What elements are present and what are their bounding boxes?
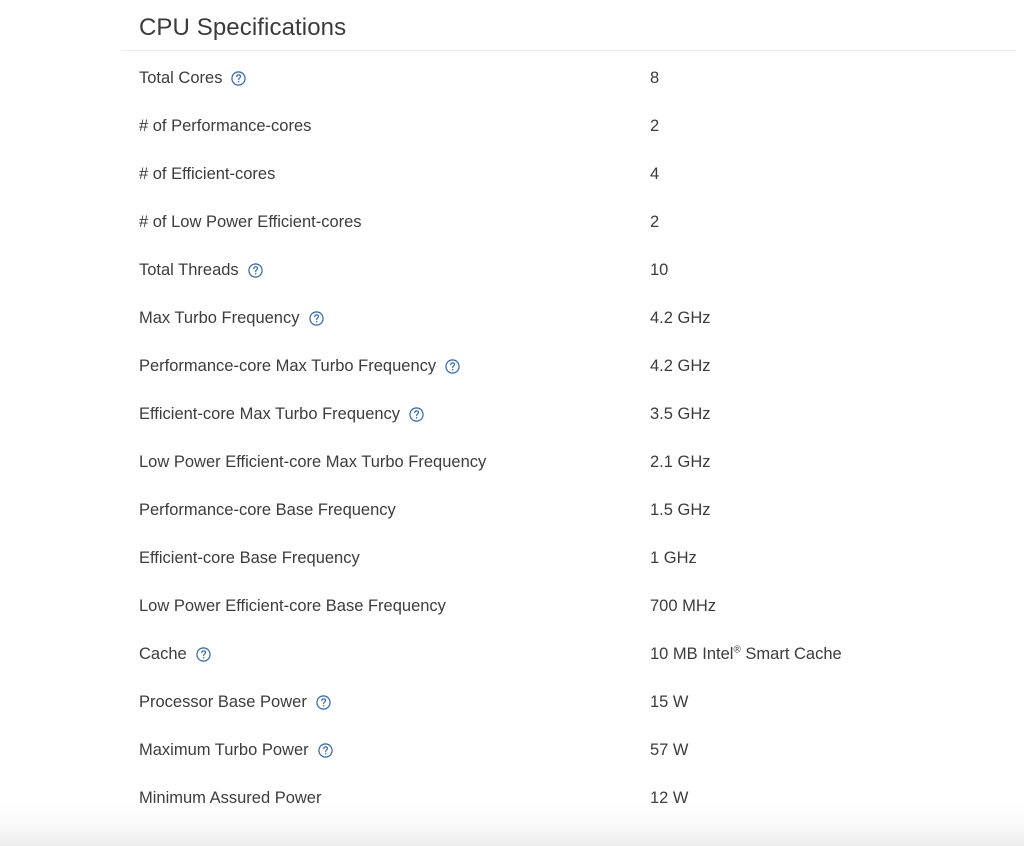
spec-value: 4 [650,165,660,183]
spec-label: # of Efficient-cores [139,165,276,183]
spec-row: Minimum Assured Power 12 W [122,787,1016,835]
spec-row: Efficient-core Base Frequency 1 GHz [122,547,1016,595]
spec-label: Processor Base Power [139,693,307,711]
spec-value: 2 [650,117,660,135]
spec-label-cell: Performance-core Base Frequency [139,499,650,521]
spec-row: Total Cores 8 [122,67,1016,115]
cpu-specifications-page: CPU Specifications Total Cores 8 # of Perf… [0,0,1024,846]
spec-label-cell: Processor Base Power [139,691,650,713]
spec-label: Low Power Efficient-core Max Turbo Frequ… [139,453,487,471]
spec-row: Max Turbo Frequency 4.2 GHz [122,307,1016,355]
spec-value: 1 GHz [650,549,697,567]
spec-row: Low Power Efficient-core Base Frequency 7… [122,595,1016,643]
spec-label-cell: Total Threads [139,259,650,281]
spec-label: # of Low Power Efficient-cores [139,213,362,231]
spec-label: Max Turbo Frequency [139,309,300,327]
spec-label-cell: Low Power Efficient-core Base Frequency [139,595,650,617]
spec-label: Cache [139,645,187,663]
spec-value: 12 W [650,789,689,807]
spec-label-cell: # of Efficient-cores [139,163,650,185]
registered-trademark-symbol: ® [733,644,741,656]
spec-row: # of Efficient-cores 4 [122,163,1016,211]
spec-label-cell: Max Turbo Frequency [139,307,650,329]
spec-row: # of Performance-cores 2 [122,115,1016,163]
spec-label: Performance-core Max Turbo Frequency [139,357,437,375]
spec-value: 700 MHz [650,597,717,615]
spec-value: 2 [650,213,660,231]
spec-value: 10 [650,261,669,279]
help-circle-icon[interactable] [196,646,211,662]
spec-label: Efficient-core Max Turbo Frequency [139,405,401,423]
help-circle-icon[interactable] [231,70,247,86]
spec-value: 8 [650,69,660,87]
spec-label: Total Cores [139,69,223,87]
spec-label: Performance-core Base Frequency [139,501,396,519]
help-circle-icon[interactable] [308,310,324,326]
help-circle-icon[interactable] [409,406,424,422]
spec-label-cell: Efficient-core Base Frequency [139,547,650,569]
spec-label: Minimum Assured Power [139,789,322,807]
spec-label-cell: Maximum Turbo Power [139,739,650,761]
spec-label-cell: Performance-core Max Turbo Frequency [139,355,650,377]
spec-value: 15 W [650,693,689,711]
spec-value: 4.2 GHz [650,357,711,375]
spec-label: Efficient-core Base Frequency [139,549,360,567]
help-circle-icon[interactable] [247,262,263,278]
spec-row: Maximum Turbo Power 57 W [122,739,1016,787]
spec-label: Maximum Turbo Power [139,741,309,759]
specifications-panel: CPU Specifications Total Cores 8 # of Perf… [122,0,1016,835]
spec-row: # of Low Power Efficient-cores 2 [122,211,1016,259]
help-circle-icon[interactable] [445,358,460,374]
spec-row: Total Threads 10 [122,259,1016,307]
help-circle-icon[interactable] [317,742,333,758]
spec-value: 3.5 GHz [650,405,711,423]
page-title: CPU Specifications [139,14,347,41]
help-circle-icon[interactable] [316,694,331,710]
spec-label-cell: Low Power Efficient-core Max Turbo Frequ… [139,451,650,473]
spec-row: Performance-core Base Frequency 1.5 GHz [122,499,1016,547]
spec-label: Low Power Efficient-core Base Frequency [139,597,446,615]
spec-label-cell: # of Low Power Efficient-cores [139,211,650,233]
spec-label-cell: Cache [139,643,650,665]
spec-label: Total Threads [139,261,239,279]
spec-value: 10 MB Intel® Smart Cache [650,644,842,663]
spec-row: Low Power Efficient-core Max Turbo Frequ… [122,451,1016,499]
spec-row: Performance-core Max Turbo Frequency 4.2 … [122,355,1016,403]
spec-row: Efficient-core Max Turbo Frequency 3.5 GH… [122,403,1016,451]
spec-label-cell: # of Performance-cores [139,115,650,137]
spec-value: 2.1 GHz [650,453,711,471]
spec-value: 4.2 GHz [650,309,711,327]
spec-label: # of Performance-cores [139,117,312,135]
spec-row: Processor Base Power 15 W [122,691,1016,739]
spec-row: Cache 10 MB Intel® Smart Cache [122,643,1016,691]
spec-label-cell: Total Cores [139,67,650,89]
specifications-table: Total Cores 8 # of Performance-cores 2 # of … [122,51,1016,835]
spec-label-cell: Minimum Assured Power [139,787,650,809]
spec-value: 1.5 GHz [650,501,711,519]
spec-value: 57 W [650,741,689,759]
spec-label-cell: Efficient-core Max Turbo Frequency [139,403,650,425]
